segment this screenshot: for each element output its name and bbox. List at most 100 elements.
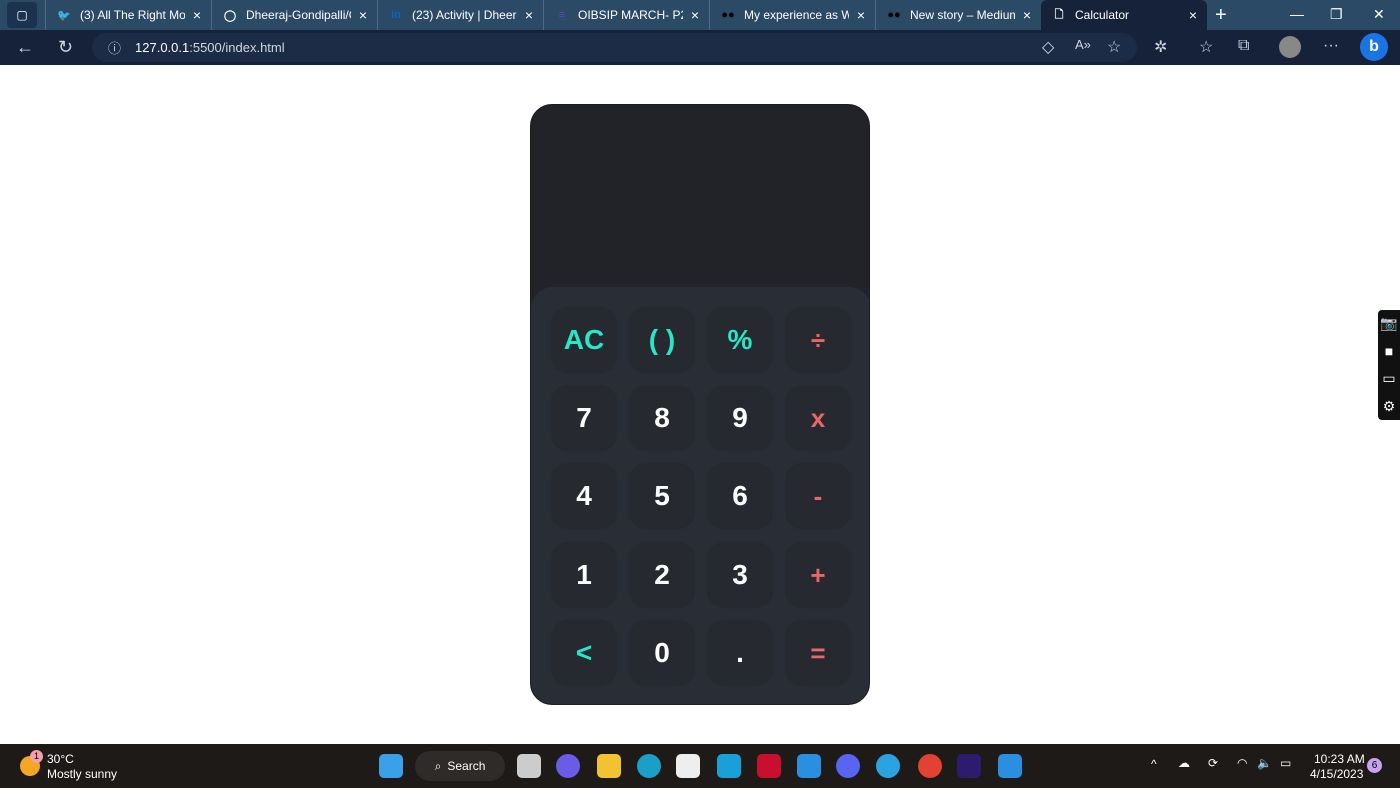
medium-icon: ●● xyxy=(721,9,735,21)
linkedin-icon: in xyxy=(391,9,401,21)
sync-icon[interactable]: ⟳ xyxy=(1208,756,1218,770)
collections-icon[interactable]: ⧉ xyxy=(1238,37,1249,55)
tab-title: OIBSIP MARCH- P2 T xyxy=(578,8,683,22)
close-tab-icon[interactable]: × xyxy=(1023,7,1031,23)
key-4[interactable]: 7 xyxy=(552,386,616,450)
tab-0[interactable]: 🐦 (3) All The Right Movie × xyxy=(45,0,211,30)
key-1[interactable]: ( ) xyxy=(630,308,694,372)
tab-bar: ▢ 🐦 (3) All The Right Movie × ◯ Dheeraj-Gond… xyxy=(0,0,1400,30)
list-icon: ≡ xyxy=(558,9,566,21)
volume-icon[interactable]: 🔈 xyxy=(1257,756,1272,770)
notification-badge[interactable]: 6 xyxy=(1367,758,1382,773)
clock-date[interactable]: 4/15/2023 xyxy=(1310,767,1363,781)
search-label: Search xyxy=(447,759,486,773)
close-tab-icon[interactable]: × xyxy=(857,7,865,23)
more-icon[interactable]: ··· xyxy=(1323,37,1339,55)
back-icon[interactable]: ← xyxy=(16,37,34,58)
task-view-icon[interactable] xyxy=(517,754,541,778)
tab-3[interactable]: ≡ OIBSIP MARCH- P2 T × xyxy=(543,0,709,30)
key-9[interactable]: 5 xyxy=(630,464,694,528)
key-12[interactable]: 1 xyxy=(552,543,616,607)
medium-icon: ●● xyxy=(887,9,901,21)
camera-icon[interactable]: 📷 xyxy=(1380,315,1397,332)
discord-icon[interactable] xyxy=(836,754,860,778)
restore-button[interactable]: ❐ xyxy=(1330,6,1343,23)
clock-time[interactable]: 10:23 AM xyxy=(1314,752,1365,766)
key-2[interactable]: % xyxy=(708,308,772,372)
calculator: AC( )% ÷ 7 8 9 x 4 5 6- 1 2 3 + <0. = xyxy=(530,104,870,705)
page-icon: 🗋 xyxy=(1054,8,1064,21)
keypad: AC( )% ÷ 7 8 9 x 4 5 6- 1 2 3 + <0. = xyxy=(531,287,869,704)
file-explorer-icon[interactable] xyxy=(597,754,621,778)
refresh-icon[interactable]: ↻ xyxy=(58,37,73,58)
twitter-icon: 🐦 xyxy=(57,9,71,22)
start-icon[interactable] xyxy=(379,754,403,778)
url-path: :5500/index.html xyxy=(189,40,285,55)
info-icon[interactable]: ⓘ xyxy=(108,38,121,57)
taskbar-search[interactable]: ⌕ Search xyxy=(415,751,505,781)
tab-1[interactable]: ◯ Dheeraj-Gondipalli/OI × xyxy=(211,0,377,30)
minimize-button[interactable]: — xyxy=(1290,6,1304,22)
search-icon: ⌕ xyxy=(434,758,442,773)
add-favorite-icon[interactable]: ☆ xyxy=(1107,37,1121,57)
key-15[interactable]: + xyxy=(786,543,850,607)
key-11[interactable]: - xyxy=(786,464,850,528)
bing-icon[interactable]: b xyxy=(1360,33,1388,61)
tab-title: (3) All The Right Movie xyxy=(80,8,185,22)
key-18[interactable]: . xyxy=(708,621,772,685)
key-8[interactable]: 4 xyxy=(552,464,616,528)
key-14[interactable]: 3 xyxy=(708,543,772,607)
tab-6[interactable]: 🗋 Calculator × xyxy=(1041,0,1207,30)
onedrive-icon[interactable]: ☁ xyxy=(1178,756,1190,770)
extensions-icon[interactable]: ✲ xyxy=(1154,37,1167,57)
key-16[interactable]: < xyxy=(552,621,616,685)
github-icon: ◯ xyxy=(223,9,237,22)
window-icon[interactable]: ▭ xyxy=(1382,370,1395,387)
favorites-icon[interactable]: ☆ xyxy=(1199,37,1213,57)
key-6[interactable]: 9 xyxy=(708,386,772,450)
tab-title: (23) Activity | Dheeraj xyxy=(412,8,517,22)
profile-avatar[interactable] xyxy=(1279,36,1301,58)
capture-toolbar: 📷 ■ ▭ ⚙ xyxy=(1378,310,1400,420)
store-icon[interactable] xyxy=(676,754,700,778)
edge-icon[interactable] xyxy=(637,754,661,778)
key-7[interactable]: x xyxy=(786,386,850,450)
tab-title: Dheeraj-Gondipalli/OI xyxy=(246,8,351,22)
read-aloud-icon[interactable]: A» xyxy=(1075,37,1091,52)
chevron-up-icon[interactable]: ^ xyxy=(1151,757,1157,771)
key-5[interactable]: 8 xyxy=(630,386,694,450)
tag-icon[interactable]: ◇ xyxy=(1042,37,1054,57)
mail-icon[interactable] xyxy=(998,754,1022,778)
close-window-button[interactable]: ✕ xyxy=(1373,6,1385,23)
key-13[interactable]: 2 xyxy=(630,543,694,607)
tab-5[interactable]: ●● New story – Medium × xyxy=(875,0,1041,30)
l-app-icon[interactable] xyxy=(717,754,741,778)
settings-icon[interactable]: ⚙ xyxy=(1383,398,1396,415)
close-tab-icon[interactable]: × xyxy=(193,7,201,23)
vscode-icon[interactable] xyxy=(797,754,821,778)
url-input[interactable]: ⓘ 127.0.0.1:5500/index.html xyxy=(92,33,1137,62)
close-tab-icon[interactable]: × xyxy=(525,7,533,23)
telegram-icon[interactable] xyxy=(876,754,900,778)
new-tab-button[interactable]: + xyxy=(1215,4,1245,27)
intellij-icon[interactable] xyxy=(957,754,981,778)
key-3[interactable]: ÷ xyxy=(786,308,850,372)
taskbar: 1 30°C Mostly sunny ⌕ Search ^ ☁ ⟳ ◠ 🔈 ▭ … xyxy=(0,744,1400,788)
tab-2[interactable]: in (23) Activity | Dheeraj × xyxy=(377,0,543,30)
close-tab-icon[interactable]: × xyxy=(359,7,367,23)
key-0[interactable]: AC xyxy=(552,308,616,372)
tab-4[interactable]: ●● My experience as Wet × xyxy=(709,0,875,30)
key-17[interactable]: 0 xyxy=(630,621,694,685)
chrome-icon[interactable] xyxy=(918,754,942,778)
battery-icon[interactable]: ▭ xyxy=(1280,756,1291,770)
video-icon[interactable]: ■ xyxy=(1385,343,1393,359)
key-19[interactable]: = xyxy=(786,621,850,685)
close-tab-icon[interactable]: × xyxy=(691,7,699,23)
close-tab-icon[interactable]: × xyxy=(1189,7,1197,23)
key-10[interactable]: 6 xyxy=(708,464,772,528)
mcafee-icon[interactable] xyxy=(757,754,781,778)
tab-actions-icon[interactable]: ▢ xyxy=(7,2,37,28)
wifi-icon[interactable]: ◠ xyxy=(1237,756,1247,770)
chat-icon[interactable] xyxy=(556,754,580,778)
url-host: 127.0.0.1 xyxy=(135,40,190,55)
